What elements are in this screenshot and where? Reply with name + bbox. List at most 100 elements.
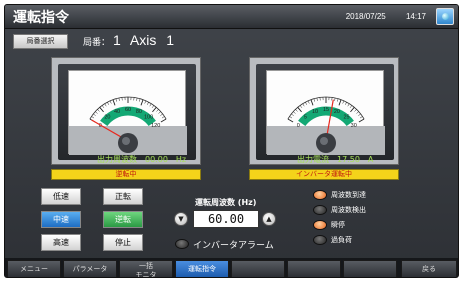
gauge-minor-tick: [139, 98, 141, 102]
alarm-lamp-icon: [175, 239, 189, 249]
gauge-minor-tick: [95, 111, 98, 114]
gauge-minor-tick: [307, 100, 310, 104]
gauge-tick-label: 5: [304, 114, 307, 120]
gauge-tick-label: 0: [297, 123, 300, 129]
page-title: 運転指令: [13, 10, 69, 26]
gauge-tick-label: 20: [104, 114, 110, 120]
gauge-minor-tick: [337, 98, 339, 102]
gauge-major-tick: [297, 107, 302, 113]
frequency-detect-label: 周波数検出: [331, 206, 366, 214]
gauge-major-tick: [350, 107, 355, 113]
gauge-minor-tick: [144, 100, 147, 104]
low-speed-button[interactable]: 低速: [41, 188, 81, 205]
title-bar: 運転指令 2018/07/25 14:17: [5, 5, 458, 29]
gauge-minor-tick: [107, 102, 109, 105]
overload-label: 過負荷: [331, 236, 352, 244]
gauge-tick-label: 25: [344, 114, 350, 120]
rotation-status: 逆転中: [51, 169, 201, 180]
gauge-tick-label: 20: [334, 109, 340, 115]
gauge-minor-tick: [93, 113, 96, 116]
power-failure-label: 瞬停: [331, 221, 345, 229]
frequency-setting-label: 運転周波数 (Hz): [195, 198, 257, 207]
gauge-minor-tick: [345, 102, 347, 105]
footer-nav: メニュー パラメータ 一括 モニタ 運転指令 戻る: [5, 258, 458, 277]
inverter-status: インバータ運転中: [249, 169, 399, 180]
gauge-minor-tick: [161, 116, 165, 119]
gauge-major-tick: [112, 99, 116, 106]
gauge-tick-label: 15: [323, 107, 329, 113]
gauge-minor-tick: [354, 109, 357, 112]
gauge-minor-tick: [289, 116, 293, 119]
gauge-tick-label: 10: [312, 109, 318, 115]
gauge-minor-tick: [356, 111, 359, 114]
gauge-minor-tick: [156, 109, 159, 112]
frequency-down-button[interactable]: ▼: [174, 212, 188, 226]
tab-empty-1[interactable]: [231, 260, 285, 277]
gauge-minor-tick: [158, 111, 161, 114]
axis-name: Axis 1: [129, 32, 175, 48]
tab-empty-3[interactable]: [343, 260, 397, 277]
gauge-minor-tick: [305, 102, 307, 105]
axis-value: 1 Axis 1: [113, 32, 174, 48]
gauge-minor-tick: [91, 116, 95, 119]
power-failure-lamp-icon: [313, 220, 327, 230]
gauge-minor-tick: [136, 97, 138, 101]
tab-parameter[interactable]: パラメータ: [63, 260, 117, 277]
gauge-minor-tick: [358, 113, 361, 116]
gauge-major-tick: [338, 99, 342, 106]
gauge-major-tick: [160, 118, 167, 123]
tab-empty-2[interactable]: [287, 260, 341, 277]
overload-lamp-icon: [313, 235, 327, 245]
axis-select-button[interactable]: 局番選択: [13, 34, 68, 49]
gauge-minor-tick: [293, 111, 296, 114]
high-speed-button[interactable]: 高速: [41, 234, 81, 251]
gauge-minor-tick: [342, 100, 345, 104]
current-gauge: 05 10 15 20 2530: [267, 96, 385, 155]
gauge-minor-tick: [118, 97, 120, 101]
datetime: 2018/07/25 14:17: [346, 12, 426, 21]
frequency-reached-lamp-icon: [313, 190, 327, 200]
frequency-gauge: 02040 60 80100120: [69, 96, 187, 155]
frequency-input[interactable]: 60.00: [193, 210, 259, 228]
tab-batch-monitor[interactable]: 一括 モニタ: [119, 260, 173, 277]
frequency-up-button[interactable]: ▲: [262, 212, 276, 226]
gauge-major-tick: [310, 99, 314, 106]
gauge-minor-tick: [295, 109, 298, 112]
gauge-minor-tick: [115, 98, 117, 102]
mid-speed-button[interactable]: 中速: [41, 211, 81, 228]
home-button[interactable]: [436, 8, 454, 25]
date-display: 2018/07/25: [345, 12, 386, 21]
gauge-minor-tick: [291, 113, 294, 116]
axis-number: 1: [113, 32, 121, 48]
tab-menu[interactable]: メニュー: [7, 260, 61, 277]
tab-back[interactable]: 戻る: [401, 260, 457, 277]
tab-operation-command[interactable]: 運転指令: [175, 260, 229, 277]
frequency-readout: 出力周波数 00.00 Hz: [97, 155, 187, 164]
gauge-tick-label: 60: [125, 107, 131, 113]
gauge-minor-tick: [160, 113, 163, 116]
gauge-major-tick: [140, 99, 144, 106]
gauge-hub-highlight: [122, 137, 130, 145]
frequency-detect-lamp-icon: [313, 205, 327, 215]
axis-number-label: 局番：: [83, 38, 111, 48]
gauge-major-tick: [358, 118, 365, 123]
gauge-tick-label: 30: [351, 123, 357, 129]
time-display: 14:17: [405, 12, 426, 21]
gauge-minor-tick: [349, 105, 353, 108]
gauge-major-tick: [99, 107, 104, 113]
gauge-minor-tick: [302, 103, 305, 107]
gauge-tick-label: 80: [136, 109, 142, 115]
gauge-minor-tick: [101, 105, 105, 108]
reverse-button[interactable]: 逆転: [103, 211, 143, 228]
alarm-label: インバータアラーム: [193, 241, 274, 251]
gauge-tick-label: 120: [151, 123, 160, 129]
gauge-minor-tick: [299, 105, 303, 108]
gauge-minor-tick: [149, 103, 152, 107]
gauge-minor-tick: [316, 97, 318, 101]
gauge-minor-tick: [313, 98, 315, 102]
gauge-minor-tick: [359, 116, 363, 119]
stop-button[interactable]: 停止: [103, 234, 143, 251]
frequency-meter: 0 20 40 60 80 100 120: [51, 57, 201, 165]
gauge-major-tick: [152, 107, 157, 113]
forward-button[interactable]: 正転: [103, 188, 143, 205]
